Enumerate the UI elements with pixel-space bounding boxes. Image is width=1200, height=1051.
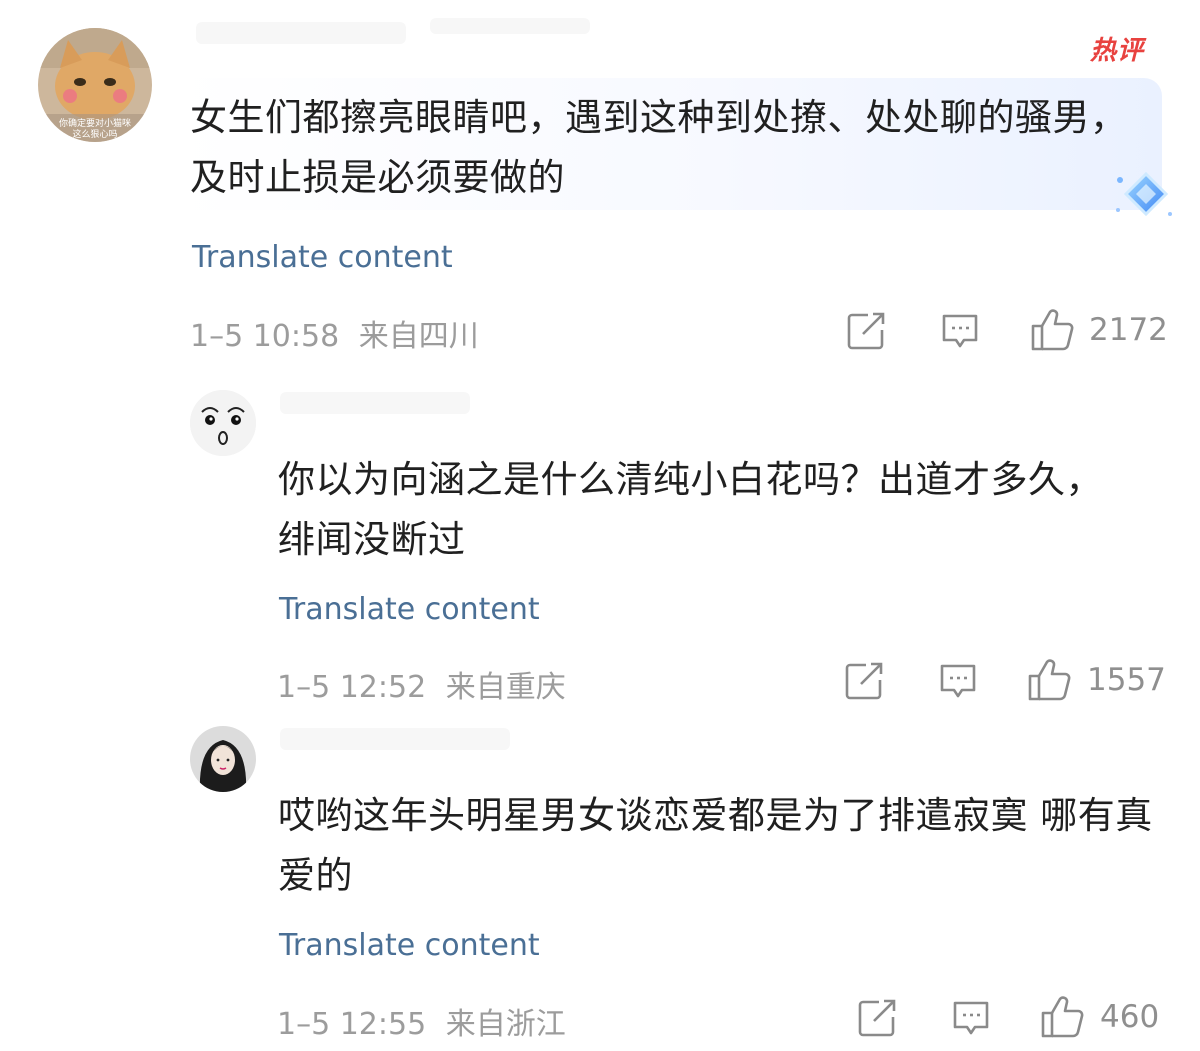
comment-icon[interactable] (940, 312, 980, 352)
like-count: 1557 (1087, 662, 1166, 698)
like-count: 460 (1100, 999, 1160, 1035)
comment-icon[interactable] (951, 999, 991, 1039)
comment-time: 1–5 12:52 (277, 670, 427, 705)
username-placeholder[interactable] (280, 728, 510, 750)
comment-text: 哎哟这年头明星男女谈恋爱都是为了排遣寂寞 哪有真爱的 (278, 794, 1153, 897)
comment-meta: 1–5 12:52 来自重庆 (277, 662, 566, 706)
avatar[interactable] (190, 726, 256, 792)
thumbs-up-icon[interactable] (1030, 308, 1076, 352)
thumbs-up-icon[interactable] (1027, 658, 1073, 702)
avatar[interactable] (190, 390, 256, 456)
comment-location: 来自四川 (358, 319, 479, 354)
comment-location: 来自浙江 (445, 1007, 566, 1042)
avatar[interactable]: 你确定要对小猫咪 这么狠心吗 (38, 28, 152, 142)
username-placeholder[interactable] (280, 392, 470, 414)
username-placeholder[interactable] (196, 22, 406, 44)
translate-link[interactable]: Translate content (192, 240, 453, 275)
like-count: 2172 (1089, 312, 1168, 348)
share-icon[interactable] (846, 310, 888, 352)
comment-text: 女生们都擦亮眼睛吧，遇到这种到处撩、处处聊的骚男，及时止损是必须要做的 (190, 96, 1128, 199)
avatar-caption-line2: 这么狠心吗 (72, 128, 117, 140)
share-icon[interactable] (844, 660, 886, 702)
share-icon[interactable] (857, 997, 899, 1039)
comment-time: 1–5 10:58 (190, 319, 340, 354)
username-placeholder-2 (430, 18, 590, 34)
translate-link[interactable]: Translate content (279, 928, 540, 963)
comment-location: 来自重庆 (445, 670, 566, 705)
comment-meta: 1–5 12:55 来自浙江 (277, 999, 566, 1043)
comment-meta: 1–5 10:58 来自四川 (190, 311, 479, 355)
thumbs-up-icon[interactable] (1040, 995, 1086, 1039)
avatar-caption-line1: 你确定要对小猫咪 (59, 117, 131, 129)
comment-icon[interactable] (938, 662, 978, 702)
comment-time: 1–5 12:55 (277, 1007, 427, 1042)
translate-link[interactable]: Translate content (279, 592, 540, 627)
hot-comment-badge: 热评 (1090, 36, 1145, 66)
comment-text: 你以为向涵之是什么清纯小白花吗？出道才多久，绯闻没断过 (278, 458, 1103, 561)
